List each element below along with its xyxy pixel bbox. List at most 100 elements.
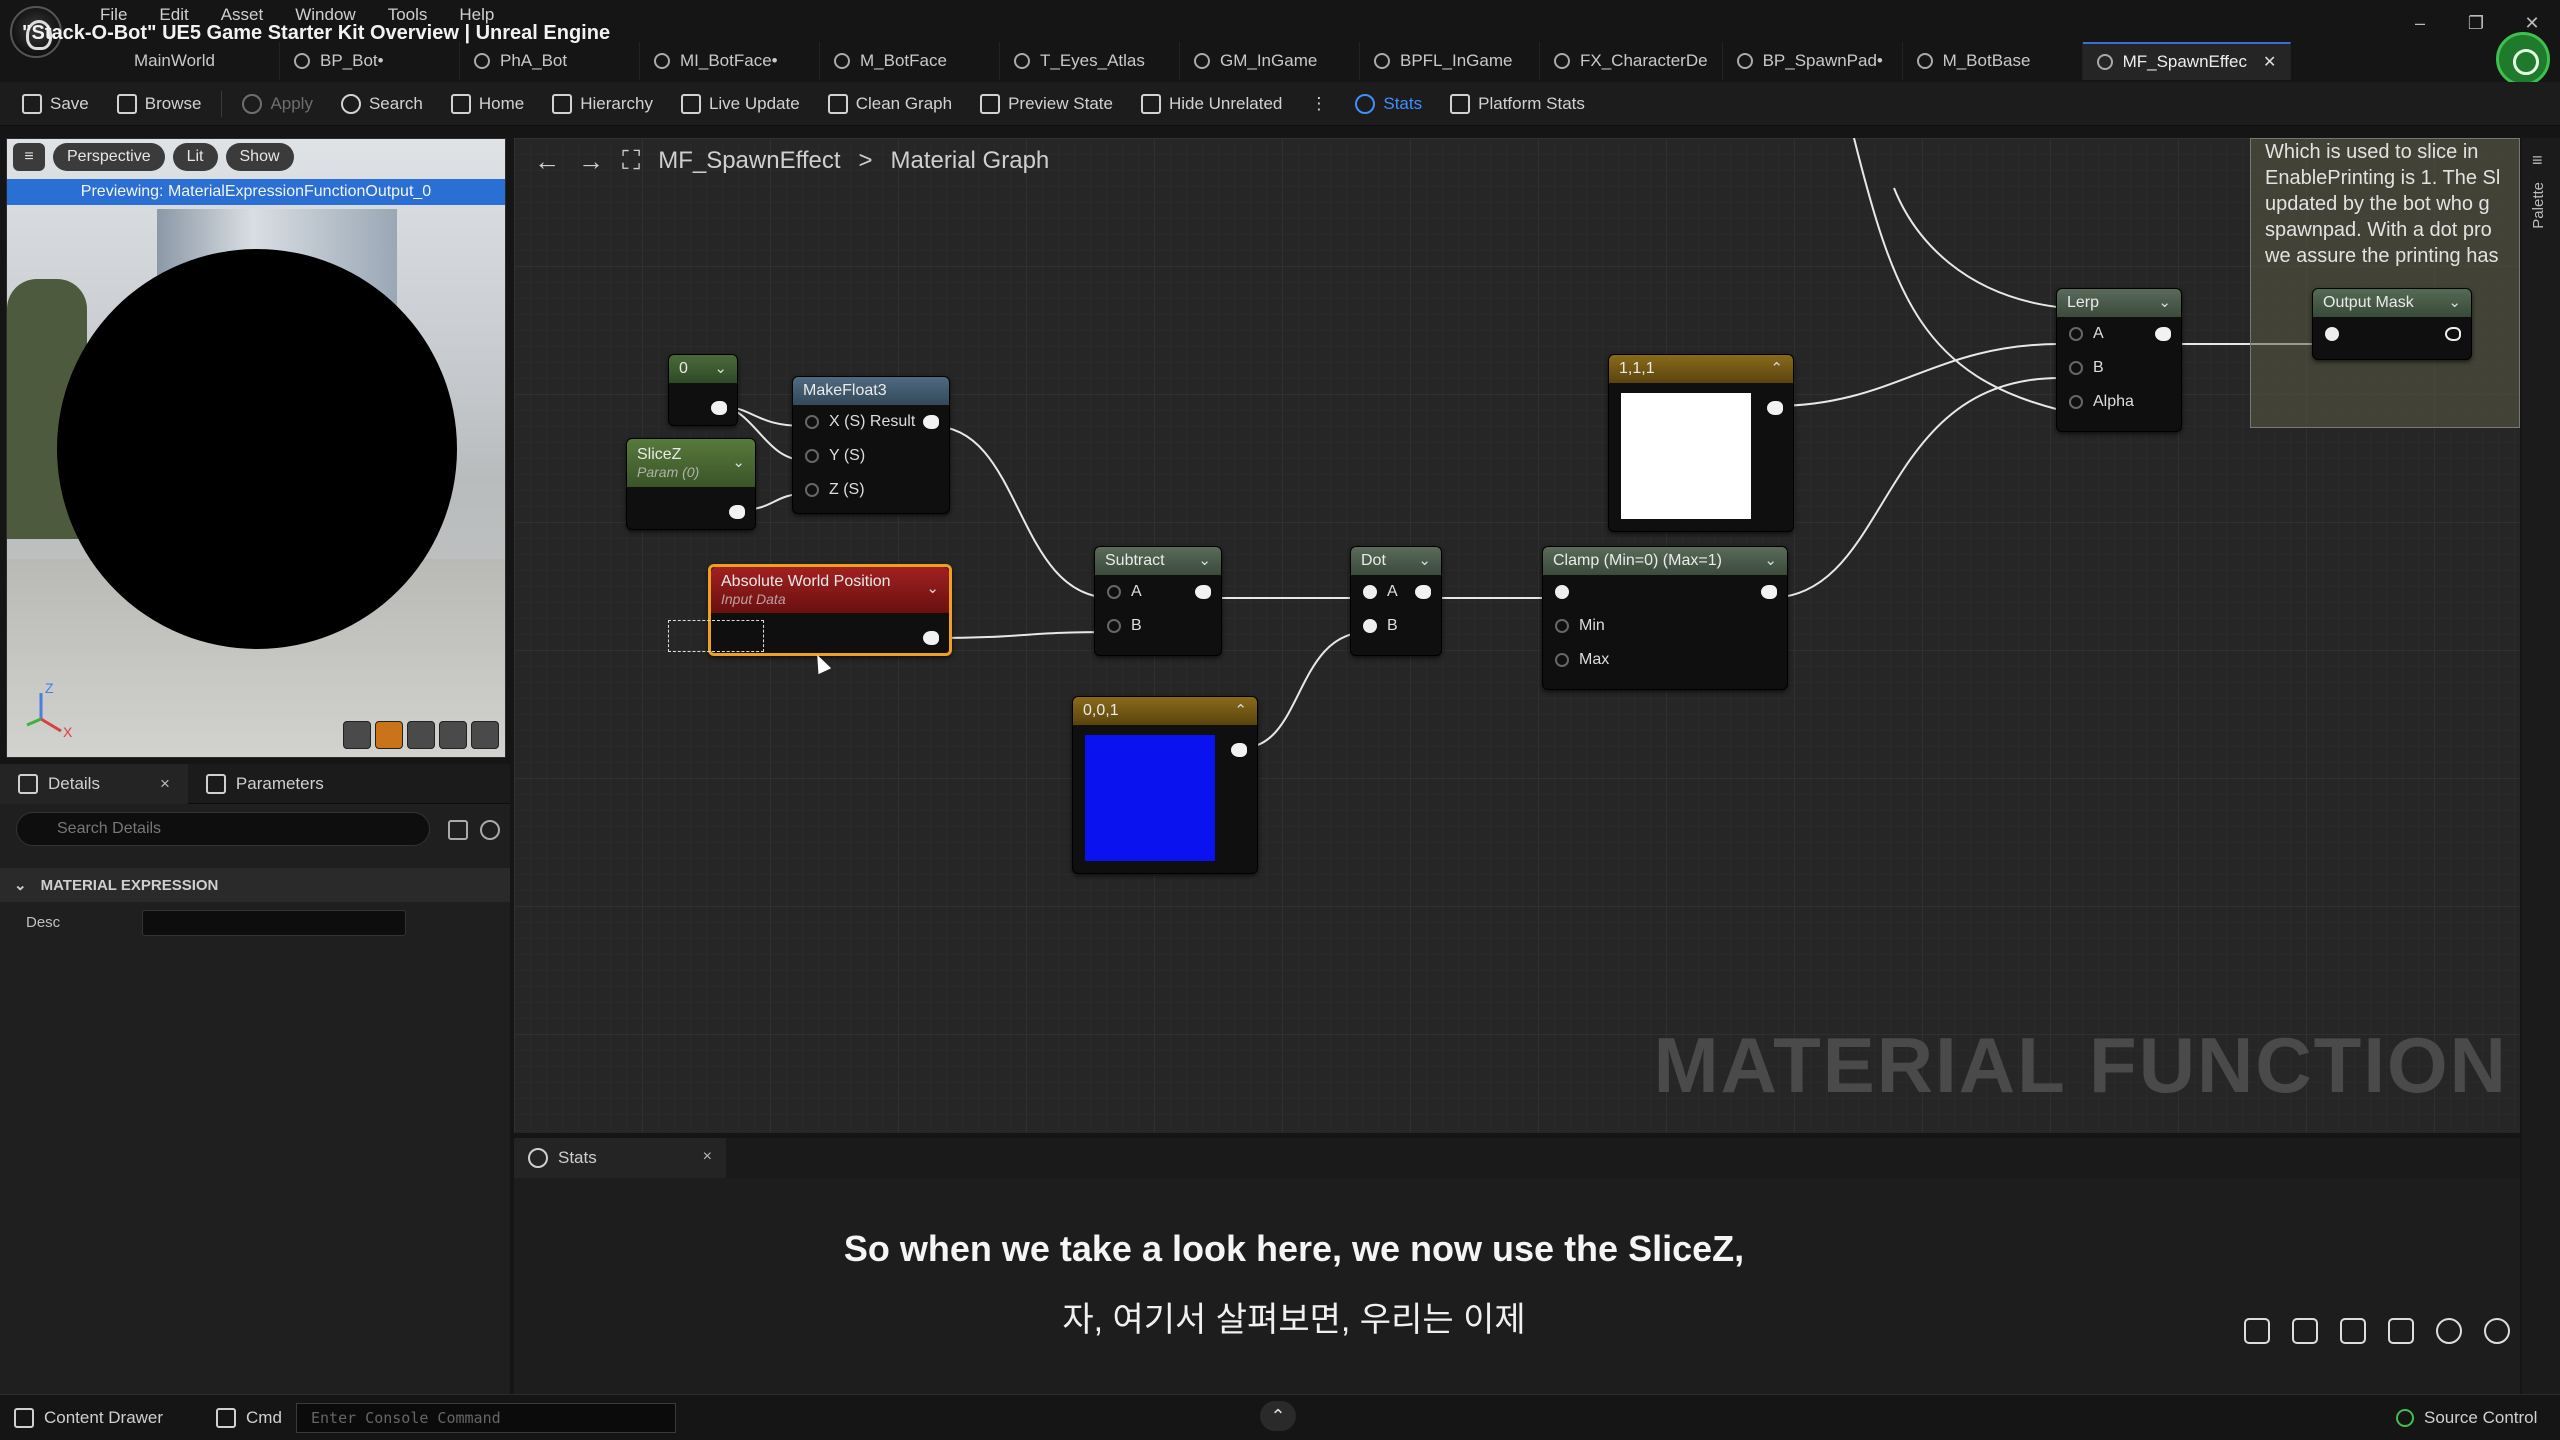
node-slicez-param[interactable]: SliceZ Param (0) ⌄ xyxy=(626,438,756,530)
content-drawer-button[interactable]: Content Drawer xyxy=(14,1395,163,1440)
tab-bp-spawnpad[interactable]: BP_SpawnPad• xyxy=(1723,42,1903,80)
input-pin[interactable] xyxy=(805,449,819,463)
chevron-down-icon[interactable]: ⌄ xyxy=(2158,293,2171,311)
tab-m-botface[interactable]: M_BotFace xyxy=(820,42,1000,80)
input-pin[interactable] xyxy=(1555,585,1569,599)
node-constant-0[interactable]: 0 ⌄ xyxy=(668,354,738,426)
pin-min[interactable]: Min xyxy=(1543,609,1787,643)
output-pin[interactable] xyxy=(711,401,727,415)
viewport-menu-icon[interactable]: ≡ xyxy=(13,143,45,171)
material-expression-category[interactable]: ⌄ MATERIAL EXPRESSION xyxy=(0,868,510,902)
input-pin[interactable] xyxy=(2069,395,2083,409)
node-makefloat3[interactable]: MakeFloat3 X (S) Result Y (S) Z (S) xyxy=(792,376,950,514)
chevron-down-icon[interactable]: ⌄ xyxy=(1764,551,1777,569)
cube-icon[interactable] xyxy=(439,721,467,749)
hide-unrelated-button[interactable]: Hide Unrelated xyxy=(1127,82,1296,126)
restore-button[interactable]: ❐ xyxy=(2448,6,2504,40)
input-pin[interactable] xyxy=(2325,327,2339,341)
breadcrumb-asset[interactable]: MF_SpawnEffect xyxy=(658,147,840,175)
input-pin[interactable] xyxy=(805,483,819,497)
back-arrow-icon[interactable]: ← xyxy=(534,146,560,177)
output-pin[interactable] xyxy=(2445,327,2461,341)
globe-badge-icon[interactable] xyxy=(2496,32,2550,86)
desc-input[interactable] xyxy=(142,910,406,936)
clean-graph-button[interactable]: Clean Graph xyxy=(814,82,966,126)
hierarchy-button[interactable]: Hierarchy xyxy=(538,82,667,126)
output-pin[interactable] xyxy=(1761,585,1777,599)
home-button[interactable]: Home xyxy=(437,82,538,126)
tab-mainworld[interactable]: MainWorld xyxy=(120,42,280,80)
chevron-down-icon[interactable]: ⌄ xyxy=(714,359,727,377)
tab-mi-botface[interactable]: MI_BotFace• xyxy=(640,42,820,80)
output-pin[interactable] xyxy=(1231,743,1247,757)
lit-button[interactable]: Lit xyxy=(172,143,218,171)
output-pin[interactable] xyxy=(1415,585,1431,599)
output-pin[interactable] xyxy=(923,631,939,645)
pin-b[interactable]: B xyxy=(1351,609,1441,643)
input-pin[interactable] xyxy=(1555,653,1569,667)
pin-y[interactable]: Y (S) xyxy=(793,439,949,473)
node-constant-001[interactable]: 0,0,1 ⌃ xyxy=(1072,696,1258,874)
pin-value[interactable] xyxy=(1543,575,1787,609)
close-icon[interactable]: × xyxy=(703,1148,712,1166)
comment-icon[interactable] xyxy=(2340,1318,2366,1344)
input-pin[interactable] xyxy=(1107,585,1121,599)
input-pin[interactable] xyxy=(1363,619,1377,633)
chevron-down-icon[interactable]: ⌄ xyxy=(732,453,745,471)
apply-button[interactable]: Apply xyxy=(228,82,327,126)
input-pin[interactable] xyxy=(1107,619,1121,633)
chevron-up-icon[interactable]: ⌃ xyxy=(1234,701,1247,719)
sphere-icon[interactable] xyxy=(375,721,403,749)
tab-bp-bot[interactable]: BP_Bot• xyxy=(280,42,460,80)
pin-max[interactable]: Max xyxy=(1543,643,1787,677)
show-button[interactable]: Show xyxy=(225,143,294,171)
platform-stats-button[interactable]: Platform Stats xyxy=(1436,82,1599,126)
pin-x[interactable]: X (S) Result xyxy=(793,405,949,439)
stats-button[interactable]: Stats xyxy=(1341,82,1436,126)
chevron-down-icon[interactable]: ⌄ xyxy=(1198,551,1211,569)
live-update-button[interactable]: Live Update xyxy=(667,82,814,126)
pin-b[interactable]: B xyxy=(1095,609,1221,643)
node-constant-111[interactable]: 1,1,1 ⌃ xyxy=(1608,354,1794,532)
close-icon[interactable]: ✕ xyxy=(2263,52,2276,72)
cmd-button[interactable]: Cmd xyxy=(216,1395,282,1440)
graph-hierarchy-icon[interactable]: ⛶ xyxy=(622,145,640,177)
save-button[interactable]: Save xyxy=(8,82,103,126)
tab-mf-spawneffect[interactable]: MF_SpawnEffec ✕ xyxy=(2082,42,2292,80)
plane-icon[interactable] xyxy=(407,721,435,749)
input-pin[interactable] xyxy=(2069,327,2083,341)
gear-icon[interactable] xyxy=(480,820,500,840)
output-pin[interactable] xyxy=(1195,585,1211,599)
pin-input[interactable] xyxy=(2313,317,2471,351)
share-icon[interactable] xyxy=(2388,1318,2414,1344)
browse-button[interactable]: Browse xyxy=(103,82,216,126)
thumbs-up-icon[interactable] xyxy=(2244,1318,2270,1344)
node-dot[interactable]: Dot ⌄ A B xyxy=(1350,546,1442,656)
input-pin[interactable] xyxy=(1555,619,1569,633)
chevron-up-icon[interactable]: ⌃ xyxy=(1770,359,1783,377)
search-button[interactable]: Search xyxy=(327,82,437,126)
node-subtract[interactable]: Subtract ⌄ A B xyxy=(1094,546,1222,656)
source-control-button[interactable]: Source Control xyxy=(2396,1395,2537,1440)
view-options-icon[interactable] xyxy=(448,820,468,840)
node-clamp[interactable]: Clamp (Min=0) (Max=1) ⌄ Min Max xyxy=(1542,546,1788,690)
tab-pha-bot[interactable]: PhA_Bot xyxy=(460,42,640,80)
comment-box[interactable]: Which is used to slice in EnablePrinting… xyxy=(2250,138,2520,428)
more-icon[interactable] xyxy=(2484,1318,2510,1344)
input-pin[interactable] xyxy=(1363,585,1377,599)
tab-gm-ingame[interactable]: GM_InGame xyxy=(1180,42,1360,80)
sparkle-icon[interactable] xyxy=(2436,1318,2462,1344)
details-search-input[interactable]: Search Details xyxy=(16,812,430,846)
tab-bpfl-ingame[interactable]: BPFL_InGame xyxy=(1360,42,1540,80)
output-pin[interactable] xyxy=(923,415,939,429)
tab-stats[interactable]: Stats × xyxy=(514,1138,726,1178)
palette-menu-icon[interactable]: ≡ xyxy=(2532,150,2543,171)
pin-a[interactable]: A xyxy=(1095,575,1221,609)
output-pin[interactable] xyxy=(2155,327,2171,341)
chevron-up-icon[interactable]: ⌃ xyxy=(1260,1401,1296,1431)
pin-b[interactable]: B xyxy=(2057,351,2181,385)
material-graph-canvas[interactable]: ← → ⛶ MF_SpawnEffect > Material Graph Wh… xyxy=(514,138,2520,1133)
tab-fx-character[interactable]: FX_CharacterDe xyxy=(1540,42,1723,80)
close-icon[interactable]: × xyxy=(160,774,170,794)
node-output-mask[interactable]: Output Mask ⌄ xyxy=(2312,288,2472,360)
